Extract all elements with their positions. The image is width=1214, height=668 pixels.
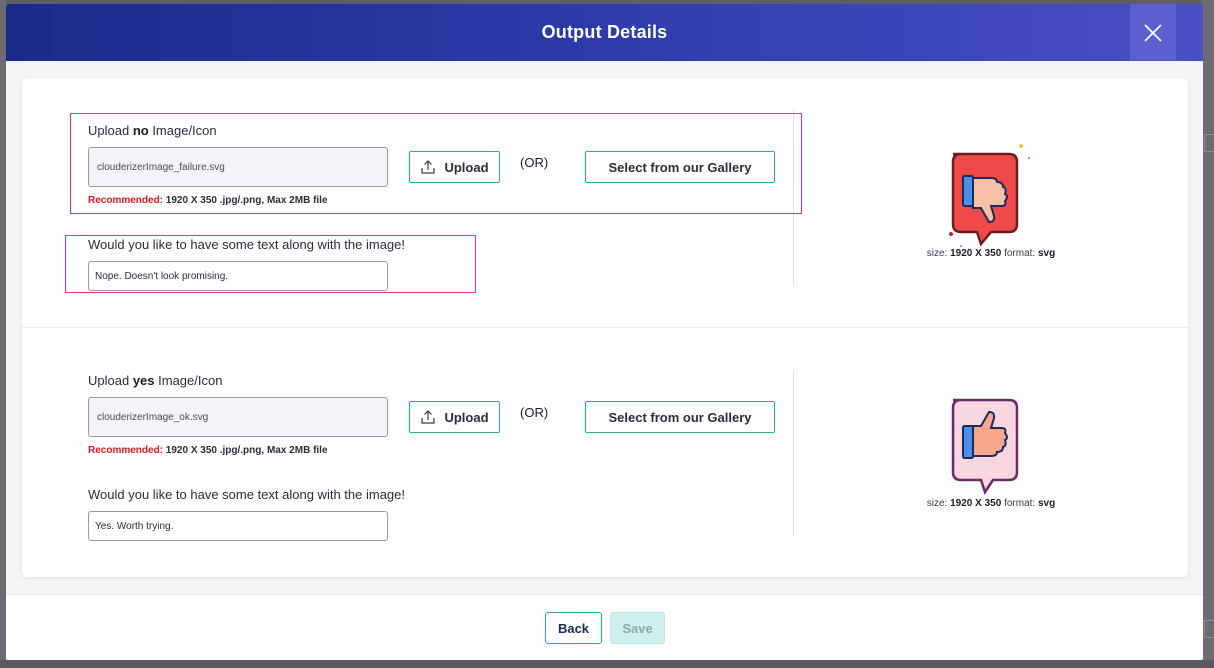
yes-image-preview: size: 1920 X 350 format: svg: [794, 328, 1188, 577]
yes-file-name-field[interactable]: clouderizerImage_ok.svg: [88, 397, 388, 437]
no-preview-size-caption: size: 1920 X 350 format: svg: [926, 248, 1056, 259]
upload-icon: [421, 160, 436, 174]
upload-icon: [421, 410, 436, 424]
backdrop-right: [1202, 0, 1214, 668]
yes-text-input[interactable]: [88, 511, 388, 541]
modal-footer: Back Save: [6, 594, 1203, 660]
thumbs-down-icon: [949, 144, 1030, 247]
recommended-note: Recommended: 1920 X 350 .jpg/.png, Max 2…: [88, 445, 328, 456]
select-gallery-no-button[interactable]: Select from our Gallery: [585, 151, 775, 183]
save-button[interactable]: Save: [610, 612, 665, 644]
no-file-name-field[interactable]: clouderizerImage_failure.svg: [88, 147, 388, 187]
back-button[interactable]: Back: [545, 612, 602, 644]
upload-no-label: Upload no Image/Icon: [88, 123, 217, 138]
no-text-question: Would you like to have some text along w…: [88, 237, 405, 252]
thumbs-up-icon: [951, 398, 1019, 495]
or-separator: (OR): [520, 405, 549, 420]
recommended-note: Recommended: 1920 X 350 .jpg/.png, Max 2…: [88, 195, 328, 206]
close-icon: [1144, 23, 1162, 42]
or-separator: (OR): [520, 155, 549, 170]
modal-header: Output Details: [6, 4, 1203, 61]
output-card: Upload no Image/Icon clouderizerImage_fa…: [22, 78, 1188, 577]
backdrop-control: [1204, 134, 1214, 152]
no-image-preview: size: 1920 X 350 format: svg: [794, 78, 1188, 327]
backdrop-bottom: [0, 660, 1214, 668]
upload-no-button[interactable]: Upload: [409, 151, 500, 183]
backdrop-control: [1204, 620, 1214, 638]
modal-title: Output Details: [541, 22, 668, 42]
select-gallery-yes-button[interactable]: Select from our Gallery: [585, 401, 775, 433]
upload-yes-label: Upload yes Image/Icon: [88, 373, 223, 388]
no-image-section: Upload no Image/Icon clouderizerImage_fa…: [22, 78, 802, 327]
no-text-input[interactable]: [88, 261, 388, 291]
yes-preview-size-caption: size: 1920 X 350 format: svg: [926, 498, 1056, 509]
yes-image-section: Upload yes Image/Icon clouderizerImage_o…: [22, 328, 793, 577]
output-details-modal: Output Details Upload no Image/Icon clou…: [6, 4, 1203, 660]
upload-yes-button[interactable]: Upload: [409, 401, 500, 433]
close-button[interactable]: [1130, 4, 1176, 61]
yes-text-question: Would you like to have some text along w…: [88, 487, 405, 502]
